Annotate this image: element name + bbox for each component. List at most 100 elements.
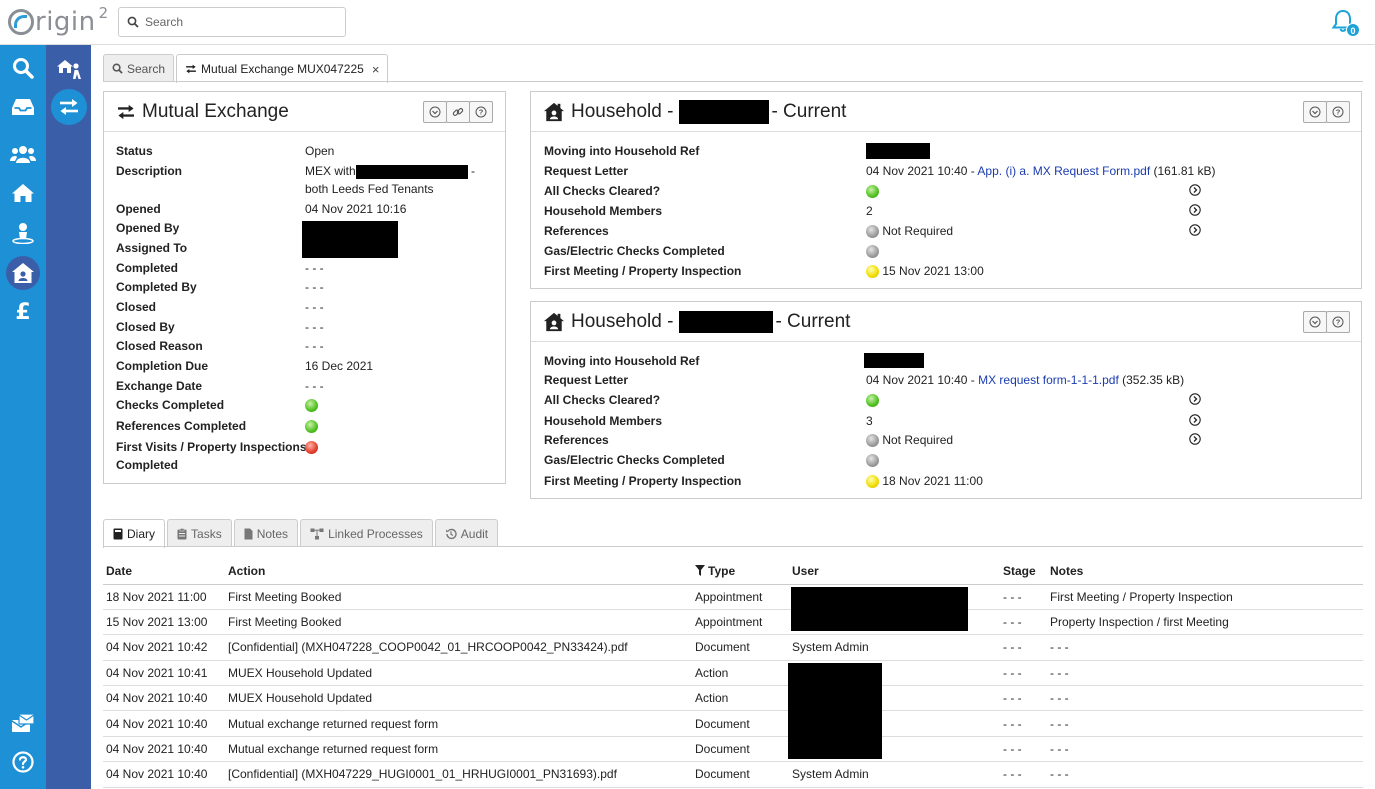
moving-ref-label: Moving into Household Ref bbox=[544, 354, 700, 368]
household-panel-2: Household - - Current ? Moving into Hous… bbox=[530, 301, 1362, 499]
notifications-button[interactable]: 0 bbox=[1330, 8, 1360, 38]
column-header-date[interactable]: Date bbox=[103, 558, 225, 585]
tab-diary[interactable]: Diary bbox=[103, 519, 166, 548]
column-header-action[interactable]: Action bbox=[225, 558, 692, 585]
logo-text: rigin bbox=[35, 7, 96, 37]
tab-audit[interactable]: Audit bbox=[434, 519, 499, 547]
cell-stage: - - - bbox=[1000, 710, 1047, 737]
help-button[interactable]: ? bbox=[1326, 101, 1350, 123]
collapse-button[interactable] bbox=[423, 101, 447, 123]
chevron-circle-icon bbox=[1309, 106, 1321, 118]
tab-search[interactable]: Search bbox=[103, 54, 175, 82]
all-checks-status bbox=[866, 184, 879, 199]
navigate-arrow-icon[interactable] bbox=[1189, 184, 1201, 196]
house-user-icon bbox=[543, 312, 565, 332]
table-row[interactable]: 04 Nov 2021 10:40 Mutual exchange returne… bbox=[103, 736, 1363, 763]
request-letter-label: Request Letter bbox=[544, 373, 629, 387]
references-value: Not Required bbox=[866, 433, 953, 448]
sidebar-messages-button[interactable] bbox=[6, 706, 40, 740]
sidebar-household-button[interactable] bbox=[6, 256, 40, 290]
navigate-arrow-icon[interactable] bbox=[1189, 224, 1201, 236]
table-row[interactable]: 04 Nov 2021 10:41 MUEX Household Updated A… bbox=[103, 660, 1363, 687]
first-meeting-value: 18 Nov 2021 11:00 bbox=[866, 474, 983, 489]
help-button[interactable]: ? bbox=[469, 101, 493, 123]
sidebar-tenant-button[interactable] bbox=[6, 216, 40, 250]
column-header-notes[interactable]: Notes bbox=[1047, 558, 1363, 585]
completion-due-value: 16 Dec 2021 bbox=[305, 359, 374, 373]
completed-by-value: - - - bbox=[305, 280, 324, 294]
description-line2: both Leeds Fed Tenants bbox=[305, 182, 434, 196]
tab-linked-processes[interactable]: Linked Processes bbox=[300, 519, 433, 547]
navigate-arrow-icon[interactable] bbox=[1189, 433, 1201, 445]
primary-sidebar: £ bbox=[0, 45, 46, 789]
help-button[interactable]: ? bbox=[1326, 311, 1350, 333]
status-grey-indicator bbox=[866, 454, 879, 468]
navigate-arrow-icon[interactable] bbox=[1189, 414, 1201, 426]
cell-date: 04 Nov 2021 10:40 bbox=[103, 710, 225, 737]
request-letter-size: (352.35 kB) bbox=[1118, 373, 1185, 387]
request-letter-file-link[interactable]: MX request form-1-1-1.pdf bbox=[978, 373, 1119, 387]
first-meeting-label: First Meeting / Property Inspection bbox=[544, 474, 742, 488]
origin-logo[interactable]: rigin 2 bbox=[8, 4, 108, 40]
collapse-button[interactable] bbox=[1303, 311, 1327, 333]
table-row[interactable]: 18 Nov 2021 11:00 First Meeting Booked App… bbox=[103, 584, 1363, 610]
first-meeting-text: 18 Nov 2021 11:00 bbox=[882, 474, 983, 488]
completed-value: - - - bbox=[305, 261, 324, 275]
request-letter-file-link[interactable]: App. (i) a. MX Request Form.pdf bbox=[977, 164, 1150, 178]
table-row[interactable]: 15 Nov 2021 13:00 First Meeting Booked App… bbox=[103, 609, 1363, 636]
navigate-arrow-icon[interactable] bbox=[1189, 393, 1201, 405]
column-header-stage[interactable]: Stage bbox=[1000, 558, 1047, 585]
table-row[interactable]: 04 Nov 2021 10:42 [Confidential] (MXH0472… bbox=[103, 634, 1363, 661]
column-header-type[interactable]: Type bbox=[692, 558, 789, 585]
cell-type: Appointment bbox=[692, 584, 789, 610]
collapse-button[interactable] bbox=[1303, 101, 1327, 123]
sidebar-people-button[interactable] bbox=[6, 137, 40, 171]
references-text: Not Required bbox=[882, 224, 954, 238]
link-button[interactable] bbox=[446, 101, 470, 123]
tab-notes[interactable]: Notes bbox=[233, 519, 299, 547]
cell-action: First Meeting Booked bbox=[225, 609, 692, 636]
cell-action: MUEX Household Updated bbox=[225, 660, 692, 687]
completed-label: Completed bbox=[116, 261, 179, 275]
svg-text:?: ? bbox=[1336, 318, 1341, 327]
exchange-date-label: Exchange Date bbox=[116, 379, 203, 393]
table-row[interactable]: 04 Nov 2021 10:40 [Confidential] (MXH0472… bbox=[103, 761, 1363, 788]
navigate-arrow-icon[interactable] bbox=[1189, 204, 1201, 216]
cell-date: 04 Nov 2021 10:40 bbox=[103, 761, 225, 788]
tab-mutual-exchange[interactable]: Mutual Exchange MUX047225 × bbox=[176, 54, 389, 83]
checks-completed-label: Checks Completed bbox=[116, 398, 225, 412]
first-visits-label-line2: Completed bbox=[116, 458, 179, 472]
search-input[interactable] bbox=[145, 15, 335, 29]
sidebar-finance-button[interactable]: £ bbox=[6, 295, 40, 329]
person-pin-icon bbox=[12, 223, 34, 244]
redacted-block bbox=[302, 221, 398, 258]
logo-superscript: 2 bbox=[98, 4, 109, 22]
help-circle-icon: ? bbox=[475, 106, 487, 118]
table-row[interactable]: 04 Nov 2021 10:40 MUEX Household Updated A… bbox=[103, 685, 1363, 712]
close-tab-icon[interactable]: × bbox=[372, 62, 380, 77]
tab-label: Search bbox=[127, 61, 166, 76]
person-house-icon bbox=[57, 60, 81, 79]
status-grey-indicator bbox=[866, 225, 879, 239]
exchange-arrows-icon bbox=[116, 104, 136, 120]
cell-stage: - - - bbox=[1000, 609, 1047, 636]
sidebar-inbox-button[interactable] bbox=[6, 90, 40, 124]
sidebar-help-button[interactable] bbox=[6, 745, 40, 779]
help-circle-icon bbox=[12, 751, 34, 773]
description-label: Description bbox=[116, 164, 183, 178]
sidebar-allocation-button[interactable] bbox=[51, 51, 87, 87]
table-row[interactable]: 04 Nov 2021 10:40 Mutual exchange returne… bbox=[103, 710, 1363, 737]
first-visits-status bbox=[305, 440, 318, 455]
home-icon bbox=[12, 184, 34, 202]
household-details: Moving into Household Ref Request Letter… bbox=[544, 353, 1359, 494]
help-circle-icon: ? bbox=[1332, 316, 1344, 328]
global-search[interactable] bbox=[118, 7, 346, 37]
filter-icon[interactable] bbox=[695, 564, 705, 576]
sidebar-search-button[interactable] bbox=[6, 51, 40, 85]
request-letter-date: 04 Nov 2021 10:40 - bbox=[866, 164, 978, 178]
tab-tasks[interactable]: Tasks bbox=[167, 519, 232, 547]
sidebar-mutual-exchange-button[interactable] bbox=[51, 89, 87, 125]
cell-date: 04 Nov 2021 10:41 bbox=[103, 660, 225, 687]
column-header-user[interactable]: User bbox=[789, 558, 1000, 585]
sidebar-property-button[interactable] bbox=[6, 176, 40, 210]
